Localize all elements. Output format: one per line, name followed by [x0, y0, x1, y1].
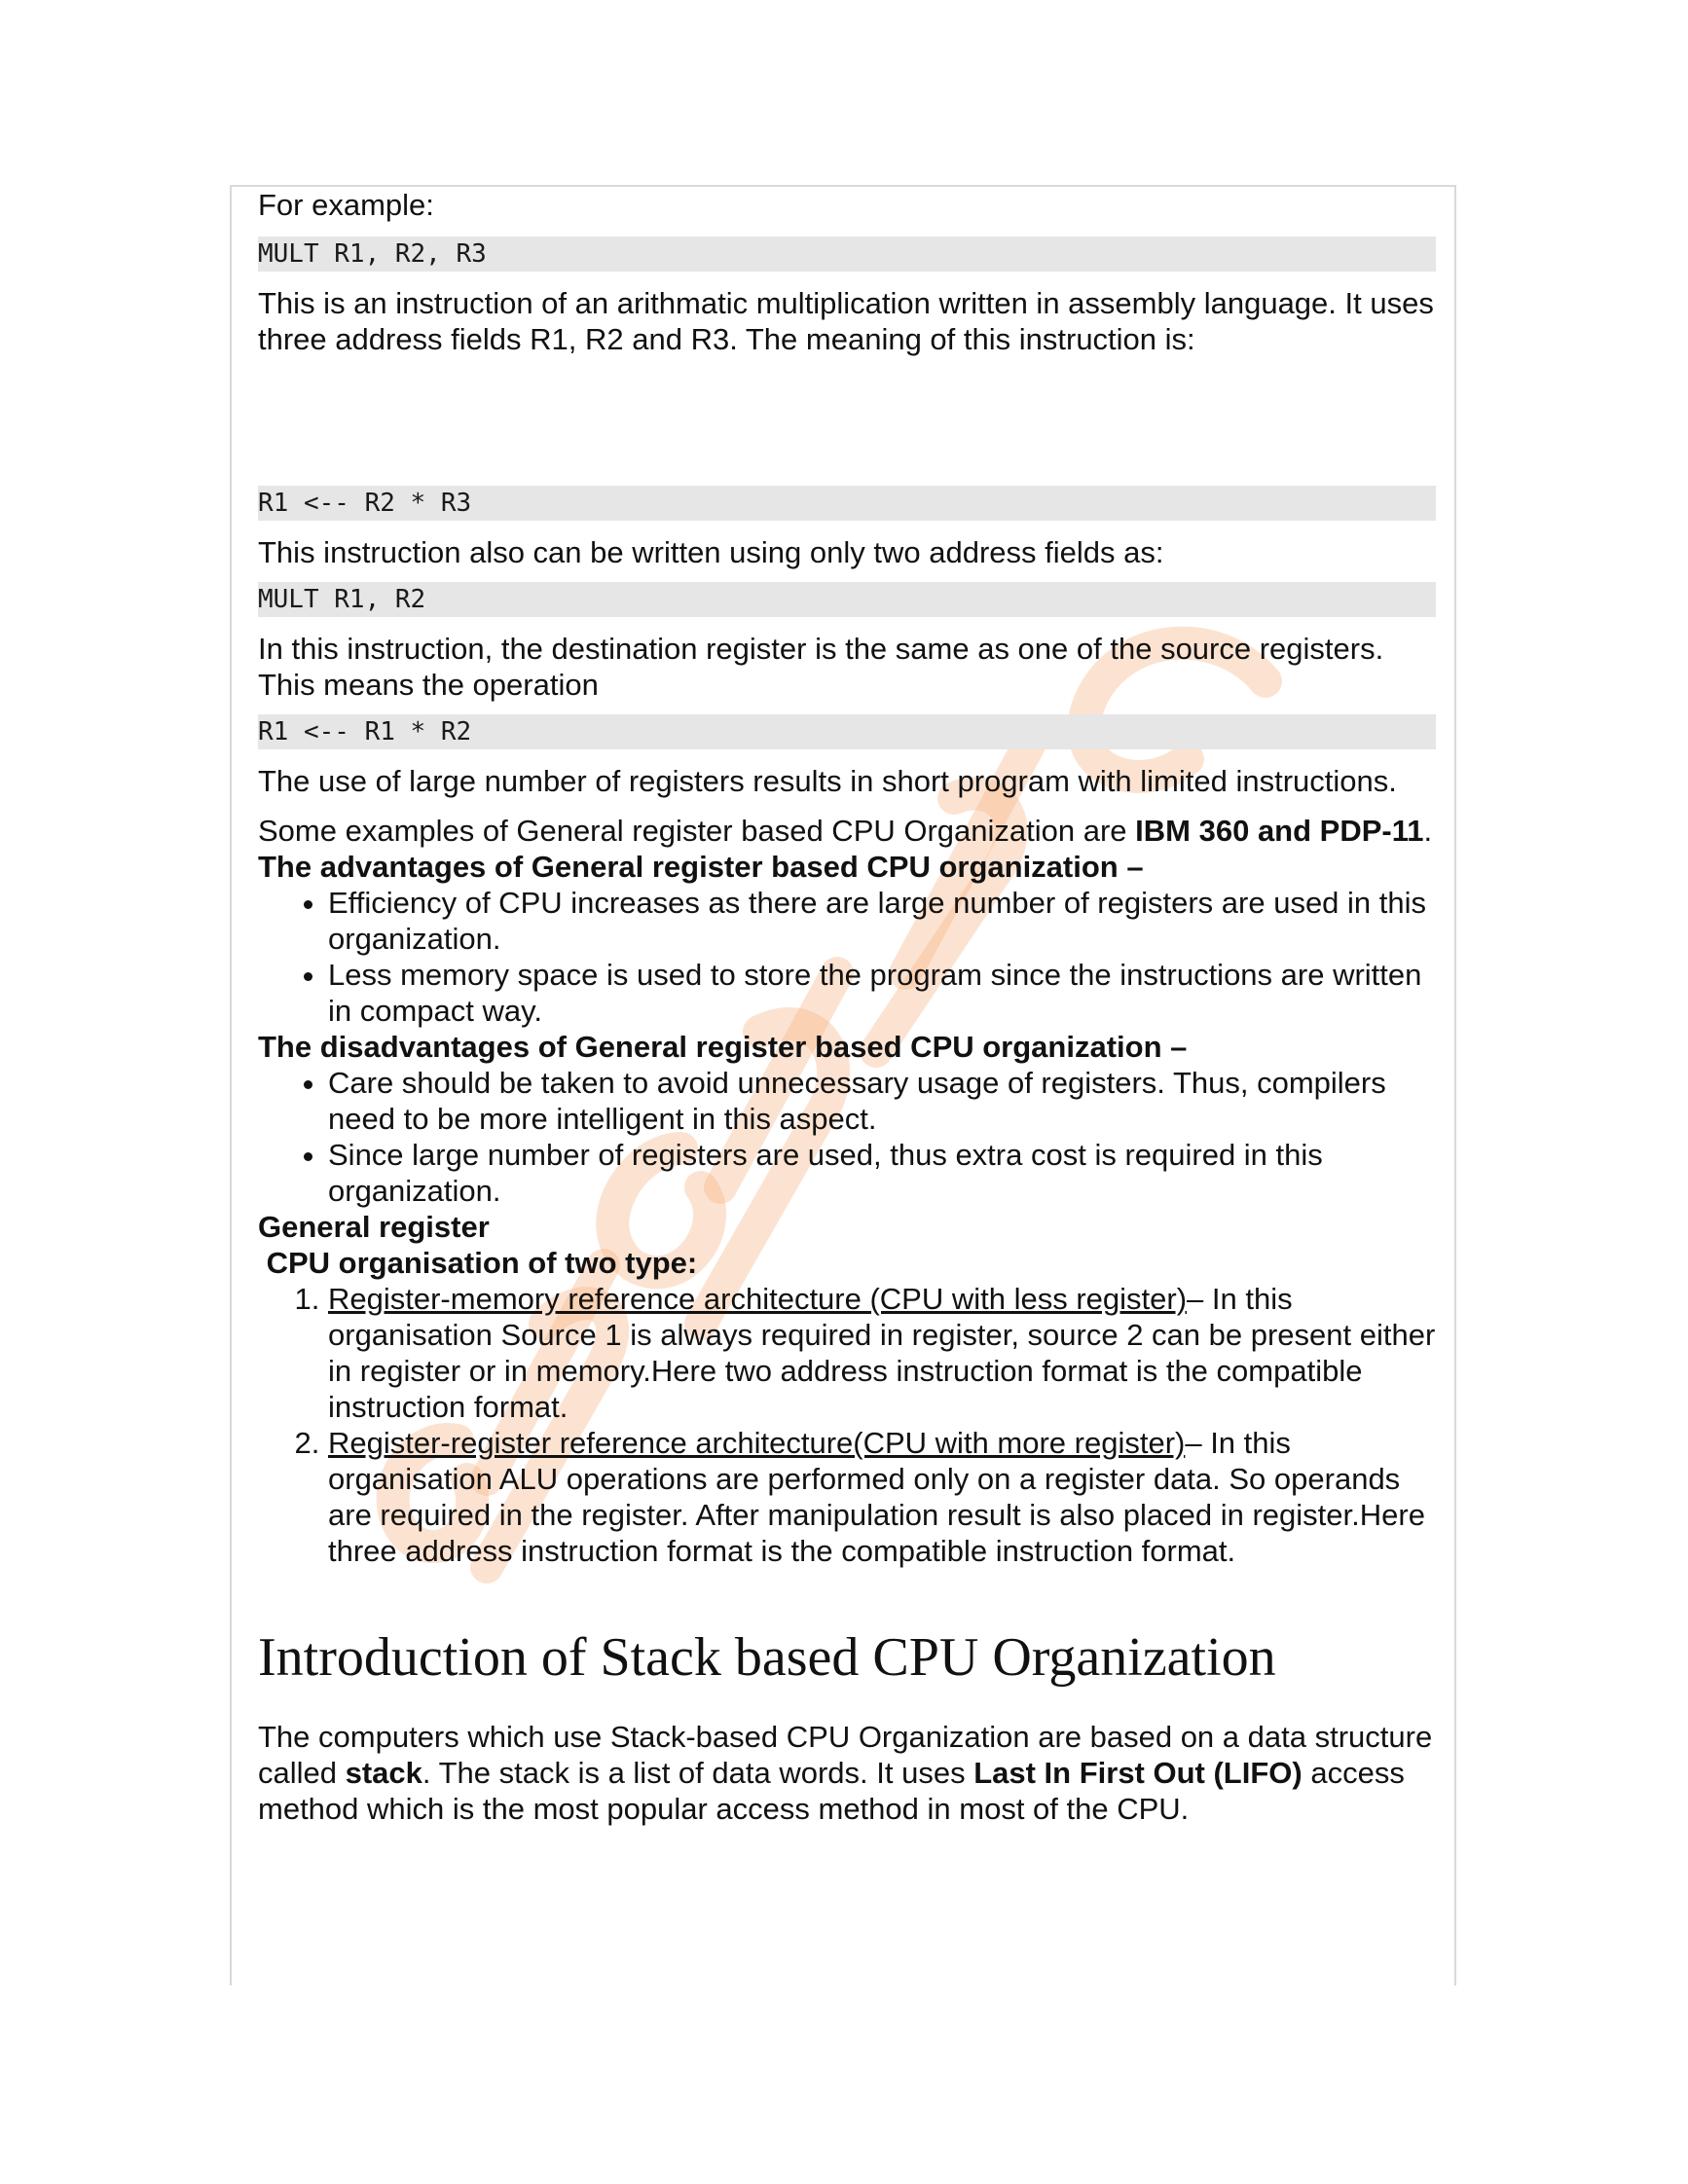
list-item: Care should be taken to avoid unnecessar… — [328, 1065, 1436, 1137]
list-item: Register-register reference architecture… — [328, 1425, 1436, 1569]
list-item: Since large number of registers are used… — [328, 1137, 1436, 1209]
disadvantages-heading: The disadvantages of General register ba… — [258, 1030, 1188, 1064]
paragraph-destination-register: In this instruction, the destination reg… — [258, 632, 1384, 702]
types-heading-1: General register — [258, 1210, 490, 1244]
code-block-1: MULT R1, R2, R3 — [258, 237, 1436, 272]
list-item: Efficiency of CPU increases as there are… — [328, 885, 1436, 957]
architecture-link[interactable]: Register-memory reference architecture (… — [328, 1282, 1187, 1316]
list-item: Register-memory reference architecture (… — [328, 1281, 1436, 1425]
code-block-4: R1 <-- R1 * R2 — [258, 714, 1436, 749]
code-block-3: MULT R1, R2 — [258, 582, 1436, 617]
architecture-link[interactable]: Register-register reference architecture… — [328, 1426, 1185, 1460]
paragraph-instruction-meaning: This is an instruction of an arithmatic … — [258, 286, 1434, 356]
advantages-list: Efficiency of CPU increases as there are… — [258, 885, 1436, 1029]
section-title: Introduction of Stack based CPU Organiza… — [258, 1627, 1276, 1688]
intro-text: For example: — [258, 188, 434, 222]
list-item: Less memory space is used to store the p… — [328, 957, 1436, 1029]
disadvantages-list: Care should be taken to avoid unnecessar… — [258, 1065, 1436, 1209]
paragraph-stack-intro: The computers which use Stack-based CPU … — [258, 1720, 1433, 1826]
types-list: Register-memory reference architecture (… — [258, 1281, 1436, 1569]
code-block-2: R1 <-- R2 * R3 — [258, 486, 1436, 521]
advantages-heading: The advantages of General register based… — [258, 850, 1144, 884]
paragraph-large-registers: The use of large number of registers res… — [258, 764, 1397, 798]
document-body: For example: MULT R1, R2, R3 This is an … — [258, 187, 1436, 1827]
paragraph-two-address: This instruction also can be written usi… — [258, 535, 1164, 569]
types-heading-2: CPU organisation of two type: — [258, 1246, 698, 1280]
paragraph-examples: Some examples of General register based … — [258, 814, 1433, 848]
